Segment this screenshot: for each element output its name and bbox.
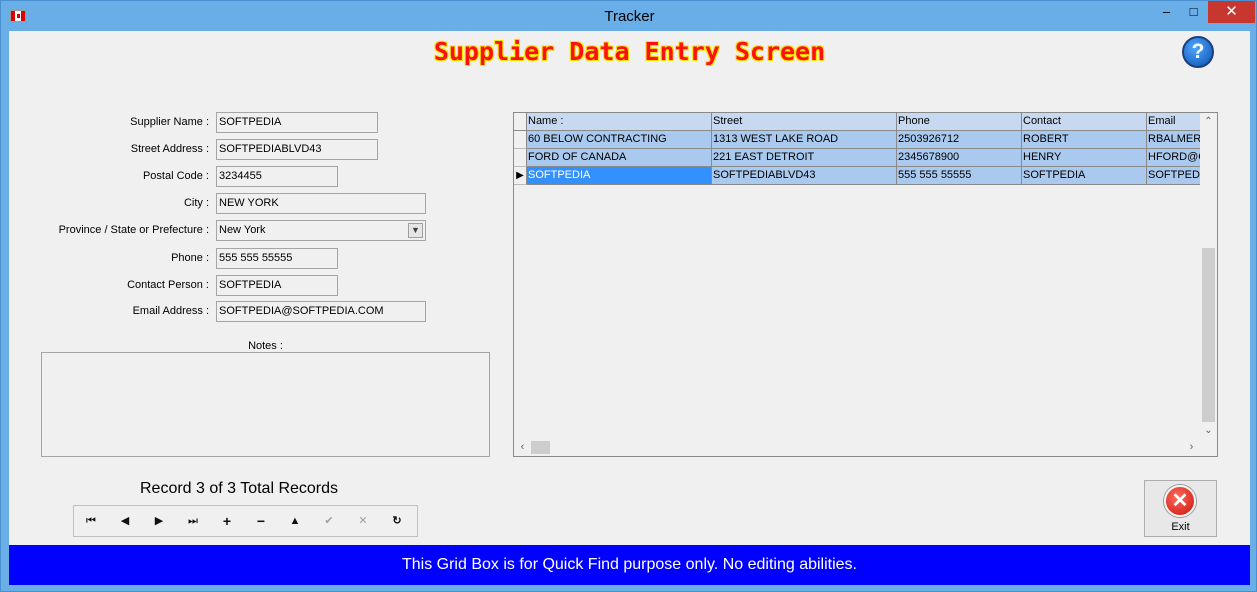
post-edit-button[interactable]: ✔ [318, 511, 340, 531]
postal-code-label: Postal Code : [142, 170, 209, 182]
exit-label: Exit [1171, 521, 1190, 533]
street-address-field[interactable]: SOFTPEDIABLVD43 [216, 139, 378, 160]
footer-banner: This Grid Box is for Quick Find purpose … [9, 545, 1250, 585]
grid-cell[interactable]: RBALMER@ [1147, 131, 1207, 149]
postal-code-field[interactable]: 3234455 [216, 166, 338, 187]
grid-cell[interactable]: ROBERT [1022, 131, 1147, 149]
phone-field[interactable]: 555 555 55555 [216, 248, 338, 269]
phone-label: Phone : [171, 252, 209, 264]
grid-header-street[interactable]: Street [712, 113, 897, 131]
current-row-pointer-icon[interactable]: ▶ [514, 167, 527, 185]
scroll-up-icon[interactable]: ⌃ [1200, 113, 1217, 130]
next-record-button[interactable]: ▶ [148, 511, 170, 531]
province-select[interactable]: New York ▼ [216, 220, 426, 241]
grid-cell[interactable]: 555 555 55555 [897, 167, 1022, 185]
province-label: Province / State or Prefecture : [58, 224, 209, 236]
grid-cell[interactable]: 2345678900 [897, 149, 1022, 167]
client-area: Supplier Data Entry Screen ? Supplier Na… [9, 31, 1250, 585]
cancel-edit-button[interactable]: ✕ [352, 511, 374, 531]
city-label: City : [183, 197, 209, 209]
grid-cell[interactable]: HENRY [1022, 149, 1147, 167]
window-title: Tracker [604, 8, 655, 25]
scroll-left-icon[interactable]: ‹ [514, 439, 531, 456]
scroll-down-icon[interactable]: ⌄ [1200, 422, 1217, 439]
notes-textarea[interactable] [41, 352, 490, 457]
maximize-button[interactable]: □ [1180, 1, 1207, 23]
grid-header-phone[interactable]: Phone [897, 113, 1022, 131]
grid-cell[interactable]: SOFTPEDIA [1022, 167, 1147, 185]
grid-cell-selected[interactable]: SOFTPEDIA [527, 167, 712, 185]
street-address-label: Street Address : [130, 143, 209, 155]
email-address-field[interactable]: SOFTPEDIA@SOFTPEDIA.COM [216, 301, 426, 322]
chevron-down-icon[interactable]: ▼ [408, 223, 423, 238]
grid-cell[interactable]: 1313 WEST LAKE ROAD [712, 131, 897, 149]
grid-header-indicator [514, 113, 527, 131]
first-record-button[interactable]: ⏮ [80, 511, 102, 531]
quick-find-grid[interactable]: Name : Street Phone Contact Email 60 BEL… [513, 112, 1218, 457]
close-window-button[interactable]: ✕ [1208, 1, 1255, 23]
grid-header-contact[interactable]: Contact [1022, 113, 1147, 131]
grid-cell[interactable]: 221 EAST DETROIT [712, 149, 897, 167]
help-icon[interactable]: ? [1182, 36, 1214, 68]
exit-button[interactable]: ✕ Exit [1144, 480, 1217, 537]
edit-record-button[interactable]: ▲ [284, 511, 306, 531]
scroll-right-icon[interactable]: › [1183, 439, 1200, 456]
app-window: Tracker – □ ✕ Supplier Data Entry Screen… [0, 0, 1257, 592]
horizontal-scroll-thumb[interactable] [531, 441, 550, 454]
province-selected-value: New York [219, 224, 266, 236]
grid-cell[interactable]: SOFTPEDIABLVD43 [712, 167, 897, 185]
grid-cell[interactable]: 60 BELOW CONTRACTING [527, 131, 712, 149]
title-bar[interactable]: Tracker – □ ✕ [1, 1, 1257, 31]
exit-icon: ✕ [1164, 485, 1196, 517]
refresh-data-button[interactable]: ↻ [386, 511, 408, 531]
insert-record-button[interactable]: + [216, 511, 238, 531]
contact-person-field[interactable]: SOFTPEDIA [216, 275, 338, 296]
grid-header-name[interactable]: Name : [527, 113, 712, 131]
vertical-scroll-thumb[interactable] [1202, 248, 1215, 422]
minimize-button[interactable]: – [1153, 1, 1180, 23]
grid-cell[interactable]: 2503926712 [897, 131, 1022, 149]
prior-record-button[interactable]: ◀ [114, 511, 136, 531]
grid-horizontal-scrollbar[interactable]: ‹ › [514, 439, 1200, 456]
record-navigator: ⏮ ◀ ▶ ⏭ + − ▲ ✔ ✕ ↻ [73, 505, 418, 537]
row-indicator[interactable] [514, 131, 527, 149]
grid-vertical-scrollbar[interactable]: ⌃ ⌄ [1200, 113, 1217, 439]
notes-label: Notes : [248, 340, 283, 352]
delete-record-button[interactable]: − [250, 511, 272, 531]
record-status: Record 3 of 3 Total Records [139, 480, 339, 497]
city-field[interactable]: NEW YORK [216, 193, 426, 214]
grid-cell[interactable]: FORD OF CANADA [527, 149, 712, 167]
grid-cell[interactable]: SOFTPEDI [1147, 167, 1207, 185]
contact-person-label: Contact Person : [127, 279, 209, 291]
grid-header-email[interactable]: Email [1147, 113, 1207, 131]
supplier-name-label: Supplier Name : [130, 116, 209, 128]
row-indicator[interactable] [514, 149, 527, 167]
last-record-button[interactable]: ⏭ [182, 511, 204, 531]
email-address-label: Email Address : [132, 305, 209, 317]
grid-cell[interactable]: HFORD@C [1147, 149, 1207, 167]
supplier-name-field[interactable]: SOFTPEDIA [216, 112, 378, 133]
page-title: Supplier Data Entry Screen [433, 37, 826, 66]
